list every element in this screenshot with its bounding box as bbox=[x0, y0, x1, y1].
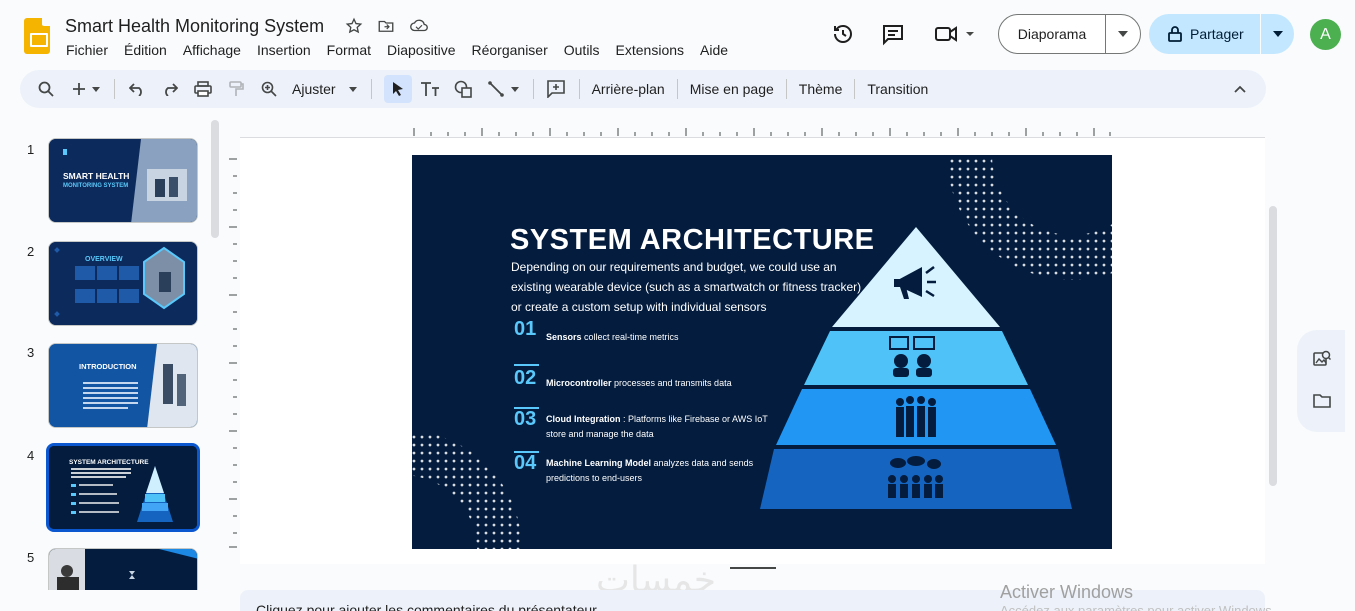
item-number: 01 bbox=[514, 318, 537, 340]
slide-thumbnail-1[interactable]: SMART HEALTH MONITORING SYSTEM bbox=[48, 138, 198, 223]
slide-filmstrip: 1 SMART HEALTH MONITORING SYSTEM 2 OVERV… bbox=[0, 120, 228, 590]
new-slide-icon[interactable] bbox=[69, 79, 89, 99]
menu-format[interactable]: Format bbox=[327, 42, 371, 58]
transition-button[interactable]: Transition bbox=[867, 81, 928, 97]
zoom-select[interactable]: Ajuster bbox=[292, 81, 336, 97]
menu-slide[interactable]: Diapositive bbox=[387, 42, 455, 58]
item-divider bbox=[514, 364, 539, 366]
menu-extensions[interactable]: Extensions bbox=[616, 42, 684, 58]
avatar[interactable]: A bbox=[1310, 19, 1341, 50]
shape-icon[interactable] bbox=[453, 79, 473, 99]
share-label: Partager bbox=[1190, 26, 1244, 42]
canvas-scrollbar[interactable] bbox=[1269, 206, 1277, 486]
history-icon[interactable] bbox=[831, 22, 855, 46]
meet-call-button[interactable] bbox=[934, 22, 978, 46]
slide-number: 2 bbox=[27, 244, 35, 259]
filmstrip-scrollbar[interactable] bbox=[211, 120, 219, 238]
item-bold: Sensors bbox=[546, 332, 582, 342]
zoom-icon[interactable] bbox=[259, 79, 279, 99]
collapse-toolbar-icon[interactable] bbox=[1234, 80, 1246, 96]
canvas-horizontal-scroll[interactable] bbox=[730, 567, 776, 569]
search-menus-icon[interactable] bbox=[36, 79, 56, 99]
slide-thumbnail-3[interactable]: INTRODUCTION bbox=[48, 343, 198, 428]
thumb-title: INTRODUCTION bbox=[79, 362, 137, 371]
slide-number: 4 bbox=[27, 448, 35, 463]
menu-view[interactable]: Affichage bbox=[183, 42, 241, 58]
pyramid-tier-3 bbox=[776, 389, 1056, 445]
item-text: processes and transmits data bbox=[611, 378, 732, 388]
share-button[interactable]: Partager bbox=[1149, 14, 1294, 54]
image-search-icon[interactable] bbox=[1313, 350, 1332, 373]
slideshow-label[interactable]: Diaporama bbox=[999, 15, 1106, 53]
cloud-saved-icon[interactable] bbox=[409, 17, 428, 35]
theme-button[interactable]: Thème bbox=[799, 81, 843, 97]
slides-logo[interactable] bbox=[24, 18, 50, 54]
current-slide[interactable]: SYSTEM ARCHITECTURE Depending on our req… bbox=[412, 155, 1112, 549]
new-slide-dropdown-icon[interactable] bbox=[91, 79, 101, 99]
item-number: 02 bbox=[514, 367, 537, 389]
star-icon[interactable] bbox=[345, 17, 363, 35]
menu-edit[interactable]: Édition bbox=[124, 42, 167, 58]
slide-number: 5 bbox=[27, 550, 35, 565]
thumb-title: OVERVIEW bbox=[85, 256, 123, 263]
line-dropdown-icon[interactable] bbox=[510, 79, 520, 99]
menu-insert[interactable]: Insertion bbox=[257, 42, 311, 58]
item-bold: Microcontroller bbox=[546, 378, 612, 388]
select-tool-icon[interactable] bbox=[383, 75, 412, 103]
paint-format-icon[interactable] bbox=[226, 79, 246, 99]
layout-button[interactable]: Mise en page bbox=[690, 81, 774, 97]
item-bold: Cloud Integration bbox=[546, 414, 621, 424]
zoom-dropdown-icon[interactable] bbox=[348, 79, 358, 99]
top-ruler[interactable] bbox=[412, 128, 1112, 136]
print-icon[interactable] bbox=[193, 79, 213, 99]
menu-file[interactable]: Fichier bbox=[66, 42, 108, 58]
thumb-title: SYSTEM ARCHITECTURE bbox=[69, 459, 149, 466]
undo-icon[interactable] bbox=[127, 79, 147, 99]
slide-number: 1 bbox=[27, 142, 35, 157]
thumb-subtitle: MONITORING SYSTEM bbox=[63, 183, 129, 189]
slideshow-dropdown-icon[interactable] bbox=[1106, 31, 1140, 37]
side-panel bbox=[1297, 330, 1345, 432]
menu-bar: Fichier Édition Affichage Insertion Form… bbox=[66, 42, 744, 58]
pyramid-tier-2 bbox=[804, 331, 1028, 385]
menu-arrange[interactable]: Réorganiser bbox=[471, 42, 547, 58]
comments-icon[interactable] bbox=[881, 22, 905, 46]
left-ruler[interactable] bbox=[229, 155, 237, 549]
slide-thumbnail-4[interactable]: SYSTEM ARCHITECTURE bbox=[46, 443, 200, 532]
windows-activation-title: Activer Windows bbox=[1000, 582, 1134, 602]
toolbar: Ajuster Arrière-plan Mise en page Thème … bbox=[20, 70, 1266, 108]
menu-tools[interactable]: Outils bbox=[564, 42, 600, 58]
windows-activation-subtitle: Accédez aux paramètres pour activer Wind… bbox=[1000, 603, 1276, 611]
document-title[interactable]: Smart Health Monitoring System bbox=[65, 16, 324, 37]
dot-pattern-bottom bbox=[412, 425, 532, 549]
item-number: 04 bbox=[514, 452, 537, 474]
item-number: 03 bbox=[514, 408, 537, 430]
background-button[interactable]: Arrière-plan bbox=[592, 81, 665, 97]
share-dropdown-icon[interactable] bbox=[1261, 31, 1294, 37]
add-comment-icon[interactable] bbox=[546, 79, 566, 99]
slide-thumbnail-2[interactable]: OVERVIEW bbox=[48, 241, 198, 326]
thumb-title: SMART HEALTH bbox=[63, 171, 130, 181]
architecture-pyramid[interactable] bbox=[760, 227, 1072, 509]
folder-icon[interactable] bbox=[1313, 393, 1331, 414]
move-folder-icon[interactable] bbox=[377, 17, 395, 35]
slideshow-button[interactable]: Diaporama bbox=[998, 14, 1141, 54]
text-box-icon[interactable] bbox=[420, 79, 440, 99]
menu-help[interactable]: Aide bbox=[700, 42, 728, 58]
lock-icon bbox=[1168, 26, 1182, 42]
redo-icon[interactable] bbox=[160, 79, 180, 99]
slide-thumbnail-5[interactable] bbox=[48, 548, 198, 590]
item-bold: Machine Learning Model bbox=[546, 458, 652, 468]
slide-number: 3 bbox=[27, 345, 35, 360]
item-text: collect real-time metrics bbox=[581, 332, 679, 342]
line-icon[interactable] bbox=[486, 79, 506, 99]
